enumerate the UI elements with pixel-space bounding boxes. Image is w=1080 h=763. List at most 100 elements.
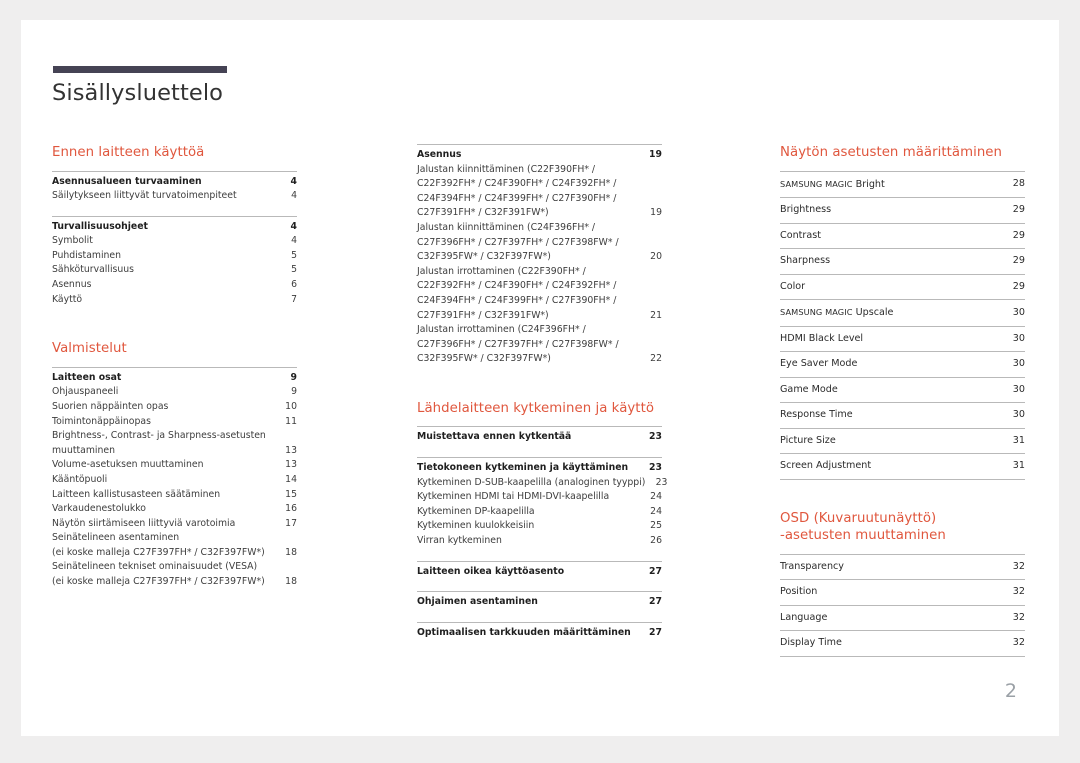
toc-entry[interactable]: Jalustan kiinnittäminen (C24F396FH* / C2… [417,221,662,265]
toc-entry[interactable]: Virran kytkeminen 26 [417,534,662,549]
toc-column-middle: Asennus 19 Jalustan kiinnittäminen (C22F39… [417,144,667,643]
toc-entry[interactable]: Sähköturvallisuus 5 [52,263,297,278]
toc-entry[interactable]: Ohjaimen asentaminen 27 [417,595,662,610]
toc-entry[interactable]: Color 29 [780,273,1025,300]
toc-entry-page: 30 [1012,306,1025,318]
toc-entry[interactable]: Symbolit 4 [52,234,297,249]
toc-entry-label: Virran kytkeminen [417,534,502,546]
toc-entry-page: 17 [285,517,297,529]
toc-section-heading: Lähdelaitteen kytkeminen ja käyttö [417,400,655,416]
toc-entry-page: 4 [291,235,297,247]
toc-entry-page: 24 [650,505,662,517]
toc-entry-label: Picture Size [780,434,836,446]
toc-entry[interactable]: Kytkeminen DP-kaapelilla 24 [417,505,662,520]
toc-entry-page: 5 [291,249,297,261]
toc-entry[interactable]: Kytkeminen D-SUB-kaapelilla (analoginen … [417,476,667,491]
toc-entry-page: 29 [1012,229,1025,241]
toc-entry[interactable]: Volume-asetuksen muuttaminen 13 [52,458,297,473]
toc-entry[interactable]: Suorien näppäinten opas 10 [52,400,297,415]
toc-entry-label: Brightness [780,204,832,215]
toc-entry-page: 7 [291,293,297,305]
toc-entry[interactable]: Laitteen osat 9 [52,371,297,386]
toc-entry[interactable]: Optimaalisen tarkkuuden määrittäminen 27 [417,626,662,641]
toc-entry-label: Kääntöpuoli [52,473,108,485]
toc-entry[interactable]: Game Mode 30 [780,376,1025,403]
toc-entry[interactable]: Kääntöpuoli 14 [52,473,297,488]
toc-entry[interactable]: Transparency 32 [780,553,1025,580]
toc-entry-page: 13 [285,459,297,471]
toc-entry[interactable]: SAMSUNG MAGIC Bright 28 [780,170,1025,198]
toc-entry-label: Suorien näppäinten opas [52,400,169,412]
toc-entry[interactable]: Puhdistaminen 5 [52,249,297,264]
toc-entry[interactable]: Language 32 [780,604,1025,631]
toc-entry[interactable]: HDMI Black Level 30 [780,325,1025,352]
toc-entry-page: 16 [285,503,297,515]
toc-entry[interactable]: Asennus 19 [417,148,662,163]
toc-entry-label: Color [780,280,806,292]
toc-entry-page: 21 [650,309,662,321]
toc-entry[interactable]: Säilytykseen liittyvät turvatoimenpiteet… [52,189,297,204]
toc-entry[interactable]: Picture Size 31 [780,427,1025,454]
toc-entry[interactable]: Brightness 29 [780,197,1025,223]
toc-entry[interactable]: Muistettava ennen kytkentää 23 [417,430,662,445]
toc-entry[interactable]: Käyttö 7 [52,293,297,308]
toc-entry[interactable]: Response Time 30 [780,402,1025,428]
toc-section-heading: Näytön asetusten määrittäminen [780,145,1003,160]
toc-entry-label: Optimaalisen tarkkuuden määrittäminen [417,626,631,638]
toc-group: Tietokoneen kytkeminen ja käyttäminen 23 K… [417,457,667,552]
toc-entry-page: 18 [285,546,297,558]
toc-entry[interactable]: Asennus 6 [52,278,297,293]
toc-entry-page: 4 [290,175,297,187]
toc-entry-page: 13 [285,444,297,456]
toc-entry-page: 29 [1012,255,1025,266]
toc-group: Turvallisuusohjeet 4 Symbolit 4 Puhdistamine… [52,215,297,311]
toc-entry[interactable]: Turvallisuusohjeet 4 [52,220,297,235]
toc-entry[interactable]: Display Time 32 [780,630,1025,657]
toc-section-heading: Valmistelut [52,341,127,357]
toc-band-group: SAMSUNG MAGIC Bright 28 Brightness 29 Contra… [780,170,1025,480]
toc-group: Laitteen oikea käyttöasento 27 [417,560,662,583]
toc-entry-page: 27 [649,565,662,577]
toc-entry-label: Seinätelineen tekniset ominaisuudet (VES… [52,561,265,588]
toc-entry-label: Language [780,611,828,623]
toc-entry-label: Asennus [417,149,462,160]
toc-entry-label: Asennusalueen turvaaminen [52,175,202,187]
toc-entry[interactable]: Laitteen oikea käyttöasento 27 [417,565,662,580]
document-page: Sisällysluettelo Ennen laitteen käyttöä A… [21,20,1059,736]
toc-entry[interactable]: Toimintonäppäinopas 11 [52,415,297,430]
toc-entry[interactable]: Laitteen kallistusasteen säätäminen 15 [52,488,297,503]
toc-entry[interactable]: Näytön siirtämiseen liittyviä varotoimia… [52,517,297,532]
toc-entry-page: 20 [650,251,662,263]
toc-entry-label: Brightness-, Contrast- ja Sharpness-aset… [52,430,266,456]
toc-entry[interactable]: Tietokoneen kytkeminen ja käyttäminen 23 [417,461,662,476]
toc-entry[interactable]: Ohjauspaneeli 9 [52,385,297,400]
toc-entry-label: Kytkeminen HDMI tai HDMI-DVI-kaapelilla [417,491,610,503]
toc-entry[interactable]: Eye Saver Mode 30 [780,351,1025,377]
toc-entry[interactable]: Kytkeminen kuulokkeisiin 25 [417,519,662,534]
toc-entry-label: Kytkeminen DP-kaapelilla [417,505,535,517]
toc-entry[interactable]: Seinätelineen tekniset ominaisuudet (VES… [52,560,297,589]
toc-entry[interactable]: Sharpness 29 [780,248,1025,274]
toc-entry-page: 30 [1012,409,1025,420]
toc-entry-page: 32 [1012,611,1025,623]
toc-entry[interactable]: Contrast 29 [780,222,1025,249]
toc-entry[interactable]: Brightness-, Contrast- ja Sharpness-aset… [52,429,297,458]
toc-entry[interactable]: SAMSUNG MAGIC Upscale 30 [780,299,1025,326]
toc-entry[interactable]: Jalustan irrottaminen (C24F396FH* / C27F… [417,323,662,367]
toc-entry-label: Display Time [780,637,842,648]
toc-entry[interactable]: Varkaudenestolukko 16 [52,502,297,517]
toc-entry[interactable]: Screen Adjustment 31 [780,453,1025,480]
toc-entry[interactable]: Kytkeminen HDMI tai HDMI-DVI-kaapelilla 2… [417,490,662,505]
toc-entry[interactable]: Position 32 [780,579,1025,605]
toc-entry-page: 27 [649,626,662,638]
toc-entry-label: Position [780,586,818,597]
toc-entry[interactable]: Asennusalueen turvaaminen 4 [52,175,297,190]
toc-entry[interactable]: Jalustan irrottaminen (C22F390FH* / C22F… [417,265,662,323]
toc-entry-page: 19 [649,149,662,160]
toc-band-group: Transparency 32 Position 32 Language 32 Displa… [780,553,1025,657]
toc-entry[interactable]: Jalustan kiinnittäminen (C22F390FH* / C2… [417,163,662,221]
toc-entry-page: 11 [285,415,297,427]
toc-entry[interactable]: Seinätelineen asentaminen (ei koske mall… [52,531,297,560]
